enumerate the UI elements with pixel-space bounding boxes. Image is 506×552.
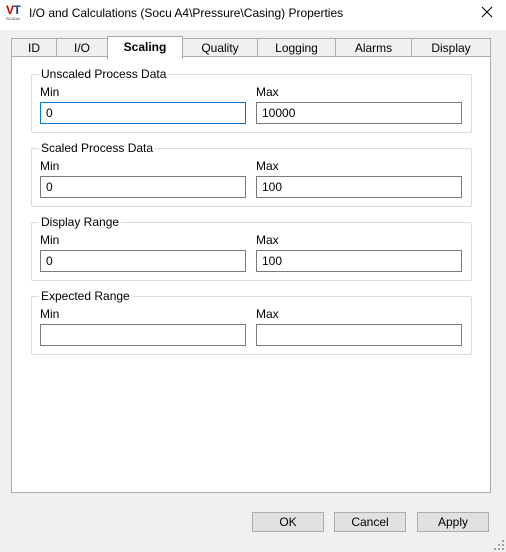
- display-min-input[interactable]: [40, 250, 246, 272]
- unscaled-process-data-group: Unscaled Process Data Min Max: [31, 67, 472, 133]
- tab-display[interactable]: Display: [411, 38, 491, 58]
- ok-button[interactable]: OK: [252, 512, 324, 532]
- max-label: Max: [256, 233, 279, 247]
- scaled-max-input[interactable]: [256, 176, 462, 198]
- window-title: I/O and Calculations (Socu A4\Pressure\C…: [29, 6, 344, 20]
- unscaled-max-input[interactable]: [256, 102, 462, 124]
- display-max-input[interactable]: [256, 250, 462, 272]
- group-title: Unscaled Process Data: [39, 67, 169, 81]
- group-title: Display Range: [39, 215, 122, 229]
- unscaled-min-input[interactable]: [40, 102, 246, 124]
- min-label: Min: [40, 159, 60, 173]
- app-logo-icon: VT SCADA: [6, 3, 21, 21]
- scaling-panel: Unscaled Process Data Min Max Scaled Pro…: [11, 56, 491, 493]
- min-label: Min: [40, 233, 60, 247]
- max-label: Max: [256, 307, 279, 321]
- scaled-min-input[interactable]: [40, 176, 246, 198]
- properties-dialog: VT SCADA I/O and Calculations (Socu A4\P…: [0, 0, 506, 552]
- display-range-group: Display Range Min Max: [31, 215, 472, 281]
- close-icon: [481, 6, 493, 18]
- group-title: Expected Range: [39, 289, 132, 303]
- tab-id[interactable]: ID: [11, 38, 57, 58]
- resize-grip-icon[interactable]: [494, 540, 504, 550]
- min-label: Min: [40, 85, 60, 99]
- tab-strip: ID I/O Scaling Quality Logging Alarms Di…: [11, 36, 491, 59]
- tab-io[interactable]: I/O: [56, 38, 108, 58]
- expected-max-input[interactable]: [256, 324, 462, 346]
- close-button[interactable]: [470, 0, 506, 26]
- tab-logging[interactable]: Logging: [257, 38, 336, 58]
- expected-range-group: Expected Range Min Max: [31, 289, 472, 355]
- group-title: Scaled Process Data: [39, 141, 156, 155]
- tab-quality[interactable]: Quality: [182, 38, 258, 58]
- tab-scaling[interactable]: Scaling: [107, 36, 183, 59]
- title-bar: VT SCADA I/O and Calculations (Socu A4\P…: [0, 0, 506, 30]
- min-label: Min: [40, 307, 60, 321]
- max-label: Max: [256, 85, 279, 99]
- scaled-process-data-group: Scaled Process Data Min Max: [31, 141, 472, 207]
- cancel-button[interactable]: Cancel: [334, 512, 406, 532]
- tab-alarms[interactable]: Alarms: [335, 38, 412, 58]
- max-label: Max: [256, 159, 279, 173]
- expected-min-input[interactable]: [40, 324, 246, 346]
- apply-button[interactable]: Apply: [417, 512, 489, 532]
